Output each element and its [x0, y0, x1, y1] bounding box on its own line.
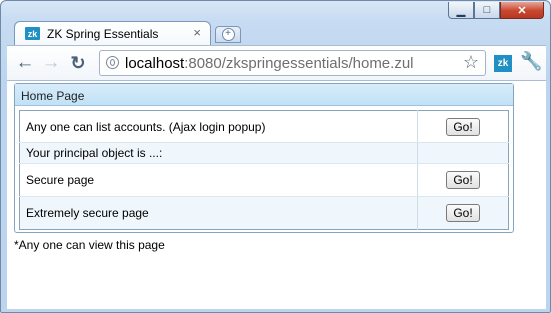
wrench-menu-icon[interactable]: 🔧 [520, 51, 542, 72]
tab-title: ZK Spring Essentials [47, 27, 159, 41]
page-viewport: Home Page Any one can list accounts. (Aj… [7, 80, 546, 309]
reload-icon[interactable]: ↻ [67, 52, 89, 74]
grid-row-principal: Your principal object is ...: [19, 142, 509, 165]
grid-row-extremely-secure: Extremely secure page Go! [19, 196, 509, 230]
browser-window: ▁ □ ✕ zk ZK Spring Essentials × + ← → ↻ … [0, 0, 551, 313]
row-label: Any one can list accounts. (Ajax login p… [19, 110, 418, 144]
globe-icon [106, 56, 119, 69]
minimize-icon[interactable]: ▁ [448, 2, 474, 19]
row-label: Extremely secure page [19, 196, 418, 230]
grid-row-list-accounts: Any one can list accounts. (Ajax login p… [19, 110, 509, 144]
maximize-icon[interactable]: □ [474, 2, 500, 19]
forward-arrow-icon[interactable]: → [40, 52, 62, 74]
row-action-cell: Go! [417, 110, 509, 144]
grid-row-secure-page: Secure page Go! [19, 163, 509, 197]
tab-close-icon[interactable]: × [193, 25, 201, 40]
go-extremely-secure-button[interactable]: Go! [446, 203, 480, 222]
browser-toolbar: ← → ↻ localhost:8080/zkspringessentials/… [7, 45, 546, 81]
url-path: :8080/zkspringessentials/home.zul [184, 55, 414, 72]
new-tab-button[interactable]: + [215, 26, 241, 43]
plus-icon: + [221, 28, 235, 41]
home-panel: Home Page Any one can list accounts. (Aj… [14, 83, 514, 233]
row-label: Secure page [19, 163, 418, 197]
window-controls: ▁ □ ✕ [448, 2, 544, 19]
links-grid: Any one can list accounts. (Ajax login p… [19, 110, 509, 230]
zk-favicon-icon: zk [25, 27, 40, 40]
close-icon[interactable]: ✕ [500, 2, 544, 19]
browser-tab[interactable]: zk ZK Spring Essentials × [14, 21, 211, 46]
back-arrow-icon[interactable]: ← [14, 52, 36, 74]
go-list-accounts-button[interactable]: Go! [446, 117, 480, 136]
row-action-cell [417, 142, 509, 165]
row-action-cell: Go! [417, 163, 509, 197]
zk-extension-icon[interactable]: zk [494, 55, 512, 72]
row-label: Your principal object is ...: [19, 142, 418, 165]
go-secure-page-button[interactable]: Go! [446, 171, 480, 190]
url-text[interactable]: localhost:8080/zkspringessentials/home.z… [125, 55, 414, 72]
panel-title: Home Page [15, 84, 513, 106]
url-host: localhost [125, 55, 185, 72]
address-bar[interactable]: localhost:8080/zkspringessentials/home.z… [99, 50, 486, 76]
footnote-text: *Any one can view this page [14, 238, 165, 252]
bookmark-star-icon[interactable]: ☆ [463, 52, 479, 73]
row-action-cell: Go! [417, 196, 509, 230]
